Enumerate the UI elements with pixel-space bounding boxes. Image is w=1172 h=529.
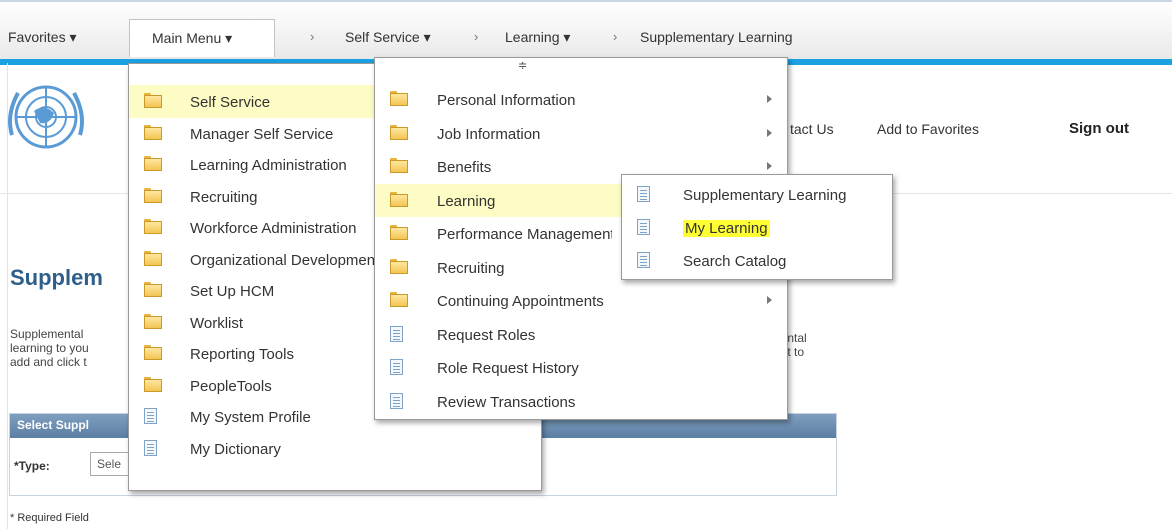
folder-icon: [390, 158, 408, 173]
folder-icon: [390, 124, 408, 140]
menu-item-supplementary-learning[interactable]: Supplementary Learning: [622, 178, 892, 211]
menu-item-label: My Learning: [683, 220, 770, 237]
menu-item-review-transactions[interactable]: Review Transactions: [375, 385, 787, 418]
menu-item-label: Performance Management: [437, 226, 612, 243]
description-line: learning to you: [10, 341, 89, 355]
chevron-right-icon: [767, 296, 772, 304]
menu-item-label: Review Transactions: [437, 393, 576, 411]
breadcrumb-self-service[interactable]: Self Service ▾: [345, 29, 431, 46]
folder-icon: [390, 258, 408, 274]
menu-item-search-catalog[interactable]: Search Catalog: [622, 244, 892, 277]
type-label: *Type:: [14, 459, 50, 473]
favorites-menu[interactable]: Favorites ▾: [8, 29, 77, 46]
menu-item-label: Job Information: [437, 125, 541, 143]
menu-item-label: My Dictionary: [190, 440, 281, 458]
un-logo-icon: [8, 85, 84, 149]
folder-icon: [144, 282, 162, 297]
menu-item-label: Search Catalog: [683, 253, 787, 270]
sign-out-link[interactable]: Sign out: [1069, 120, 1129, 137]
chevron-right-icon: [767, 162, 772, 170]
folder-icon: [144, 156, 162, 171]
menu-item-label: Worklist: [190, 314, 244, 332]
document-icon: [144, 408, 160, 424]
breadcrumb-separator: ›: [474, 29, 479, 44]
main-menu-tab[interactable]: Main Menu ▾: [129, 19, 275, 57]
folder-icon: [144, 376, 162, 392]
menu-item-label: Personal Information: [437, 92, 576, 109]
document-icon: [144, 439, 160, 456]
document-icon: [637, 252, 653, 268]
learning-submenu: Supplementary Learning My Learning Search …: [621, 174, 893, 280]
description-line: Supplemental: [10, 327, 84, 341]
required-field-note: * Required Field: [10, 512, 89, 524]
menu-item-my-learning[interactable]: My Learning: [622, 211, 892, 244]
menu-item-label: Learning Administration: [190, 157, 347, 174]
page-description: Supplemental learning to you add and cli…: [10, 327, 89, 369]
menu-item-label: Benefits: [437, 159, 492, 176]
document-icon: [390, 392, 406, 409]
folder-icon: [144, 124, 162, 140]
menu-item-label: Workforce Administration: [190, 220, 357, 237]
menu-item-continuing-appointments[interactable]: Continuing Appointments: [375, 284, 787, 317]
menu-item-label: Continuing Appointments: [437, 293, 604, 310]
chevron-right-icon: [767, 95, 772, 103]
menu-item-label: Learning: [437, 192, 496, 210]
breadcrumb-supplementary-learning[interactable]: Supplementary Learning: [640, 29, 793, 45]
top-nav-bar: Favorites ▾ Main Menu ▾ › Self Service ▾…: [0, 0, 1172, 65]
menu-item-personal-information[interactable]: Personal Information: [375, 83, 787, 116]
document-icon: [637, 186, 653, 202]
contact-us-link[interactable]: tact Us: [790, 121, 834, 137]
menu-item-role-request-history[interactable]: Role Request History: [375, 351, 787, 384]
menu-item-job-information[interactable]: Job Information: [375, 117, 787, 150]
document-icon: [390, 325, 406, 342]
page-title: Supplem: [10, 265, 103, 290]
menu-item-label: My System Profile: [190, 409, 311, 426]
menu-item-label: Self Service: [190, 94, 271, 111]
menu-item-label: Reporting Tools: [190, 346, 294, 363]
menu-item-label: Recruiting: [190, 188, 258, 206]
breadcrumb-learning[interactable]: Learning ▾: [505, 29, 570, 46]
breadcrumb-separator: ›: [613, 29, 618, 44]
menu-item-label: Supplementary Learning: [683, 187, 847, 204]
scroll-up-icon[interactable]: ≑: [518, 59, 527, 72]
chevron-right-icon: [767, 128, 772, 137]
description-line: add and click t: [10, 355, 87, 369]
menu-item-label: Recruiting: [437, 259, 505, 277]
document-icon: [390, 359, 406, 375]
folder-icon: [144, 219, 162, 234]
folder-icon: [390, 292, 408, 307]
document-icon: [637, 219, 653, 235]
add-to-favorites-link[interactable]: Add to Favorites: [877, 121, 979, 137]
menu-item-my-dictionary[interactable]: My Dictionary: [129, 432, 541, 465]
menu-item-label: Organizational Development: [190, 251, 377, 269]
panel-title: Select Suppl: [17, 418, 90, 432]
folder-icon: [144, 313, 162, 329]
folder-icon: [144, 187, 162, 203]
menu-item-label: Manager Self Service: [190, 125, 334, 143]
menu-item-request-roles[interactable]: Request Roles: [375, 318, 787, 351]
menu-item-label: Request Roles: [437, 326, 536, 344]
menu-item-label: Role Request History: [437, 360, 579, 377]
menu-item-label: PeopleTools: [190, 377, 272, 395]
menu-item-label: Set Up HCM: [190, 283, 275, 300]
main-menu-label: Main Menu ▾: [152, 30, 233, 46]
folder-icon: [144, 93, 162, 108]
folder-icon: [390, 191, 408, 207]
folder-icon: [144, 250, 162, 266]
folder-icon: [144, 345, 162, 360]
folder-icon: [390, 91, 408, 106]
folder-icon: [390, 225, 408, 240]
breadcrumb-separator: ›: [310, 29, 315, 44]
